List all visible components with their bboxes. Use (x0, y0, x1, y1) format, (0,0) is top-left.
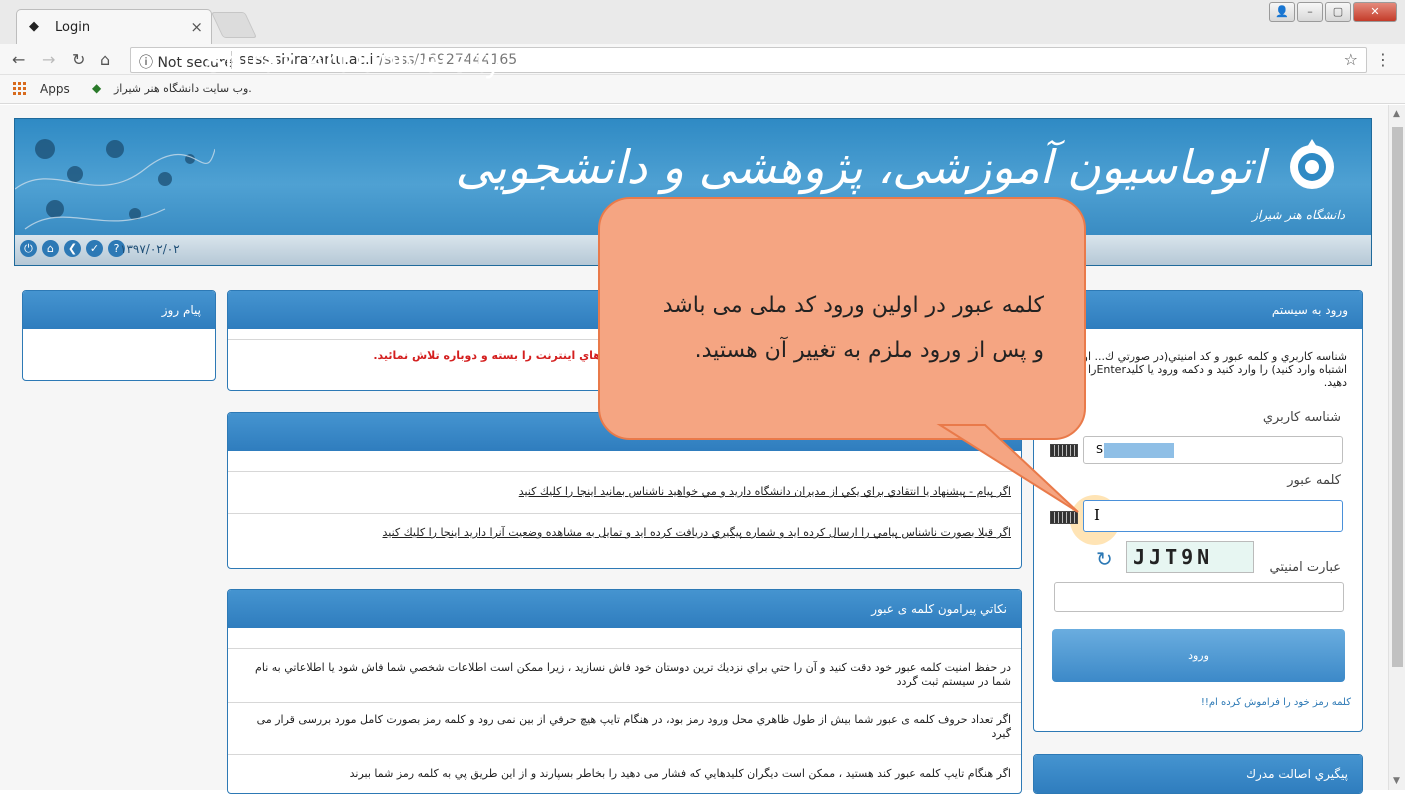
captcha-label: عبارت امنيتي (1269, 560, 1341, 575)
instruction-callout: کلمه عبور در اولین ورود کد ملی می باشد و… (598, 197, 1086, 440)
reload-icon[interactable]: ↻ (72, 50, 85, 69)
home-icon[interactable]: ⌂ (100, 50, 110, 69)
forgot-password-link[interactable]: كلمه رمز خود را فراموش كرده ام!! (1201, 697, 1351, 708)
browser-tab[interactable]: ◆ Login × (16, 9, 212, 44)
scroll-down-icon[interactable]: ▼ (1393, 776, 1400, 786)
site-favicon-icon: ◆ (29, 19, 39, 34)
forward-arrow-icon[interactable]: → (42, 50, 55, 69)
redacted-block (1104, 443, 1174, 458)
list-item: اگر پيام - پيشنهاد يا انتقادي براي يكي ا… (228, 471, 1021, 503)
current-date: ۱۳۹۷/۰۲/۰۲ (120, 242, 180, 256)
back-icon[interactable]: ❮ (64, 240, 81, 257)
maximize-button[interactable]: ▢ (1325, 2, 1351, 22)
certificate-tracking-panel: پيگيري اصالت مدرك (1033, 754, 1363, 794)
power-icon[interactable]: ⏻ (20, 240, 37, 257)
minimize-button[interactable]: – (1297, 2, 1323, 22)
new-tab-button[interactable] (210, 12, 258, 38)
back-arrow-icon[interactable]: ← (12, 50, 25, 69)
list-item: اگر تعداد حروف كلمه ی عبور شما بيش از طو… (228, 702, 1021, 752)
callout-line-1: کلمه عبور در اولین ورود کد ملی می باشد (662, 293, 1044, 318)
logo-caption: دانشگاه هنر شیراز (1252, 208, 1345, 222)
username-field[interactable]: S (1083, 436, 1343, 464)
password-tips-panel: نكاتي پيرامون كلمه ی عبور در حفظ امنيت ك… (227, 589, 1022, 794)
quick-actions: ⏻ ⌂ ❮ ✓ ? (20, 240, 125, 257)
window-controls: 👤 – ▢ ✕ (1269, 2, 1397, 22)
list-item: اگر قبلا بصورت ناشناس پيامي را ارسال كرد… (228, 513, 1021, 547)
virtual-keyboard-icon[interactable] (1050, 444, 1078, 457)
university-logo-icon (1290, 139, 1334, 189)
page-scrollbar[interactable]: ▲ ▼ (1388, 105, 1405, 790)
track-message-link[interactable]: اگر قبلا بصورت ناشناس پيامي را ارسال كرد… (383, 526, 1012, 539)
refresh-captcha-icon[interactable]: ↻ (1096, 547, 1113, 571)
check-icon[interactable]: ✓ (86, 240, 103, 257)
menu-kebab-icon[interactable]: ⋮ (1375, 50, 1391, 69)
tips-title: نكاتي پيرامون كلمه ی عبور (228, 590, 1021, 628)
login-button[interactable]: ورود (1052, 629, 1345, 682)
university-name-fa: اتوماسیون آموزشی، پژوهشی و دانشجویی (455, 140, 1265, 194)
apps-grid-icon[interactable] (13, 82, 26, 95)
tracking-title: پيگيري اصالت مدرك (1034, 755, 1362, 793)
message-of-day-panel: پیام روز (22, 290, 216, 381)
tab-close-icon[interactable]: × (190, 18, 203, 36)
username-value: S (1096, 443, 1103, 456)
apps-bookmark[interactable]: Apps (40, 82, 70, 96)
profile-icon[interactable]: 👤 (1269, 2, 1295, 22)
password-label: كلمه عبور (1287, 473, 1341, 488)
panel-title: پیام روز (23, 291, 215, 329)
list-item: اگر هنگام تايپ كلمه عبور كند هستيد ، ممك… (228, 754, 1021, 793)
text-cursor-icon: I (1094, 506, 1100, 524)
virtual-keyboard-icon[interactable] (1050, 511, 1078, 524)
university-name-en: Shiraz Art University (203, 43, 502, 79)
scroll-up-icon[interactable]: ▲ (1393, 109, 1400, 119)
list-item: در حفظ امنيت كلمه عبور خود دقت كنيد و آن… (228, 648, 1021, 700)
close-window-button[interactable]: ✕ (1353, 2, 1397, 22)
password-field[interactable]: I (1083, 500, 1343, 532)
home-icon[interactable]: ⌂ (42, 240, 59, 257)
captcha-field[interactable] (1054, 582, 1344, 612)
callout-line-2: و پس از ورود ملزم به تغییر آن هستید. (694, 338, 1044, 363)
floral-ornament-icon (15, 139, 215, 230)
browser-tabstrip: ◆ Login × 👤 – ▢ ✕ (0, 0, 1405, 44)
login-instructions: شناسه كاربري و كلمه عبور و كد امنيتي(در … (1061, 350, 1347, 389)
username-label: شناسه كاربري (1262, 410, 1341, 425)
bookmark-star-icon[interactable]: ☆ (1344, 50, 1358, 69)
anonymous-message-link[interactable]: اگر پيام - پيشنهاد يا انتقادي براي يكي ا… (519, 485, 1011, 498)
tab-title: Login (55, 20, 91, 35)
bookmark-favicon-icon: ◆ (92, 81, 102, 95)
scrollbar-thumb[interactable] (1392, 127, 1403, 667)
bookmark-university-site[interactable]: وب سايت دانشگاه هنر شيراز. (114, 82, 252, 95)
captcha-image: JJT9N (1126, 541, 1254, 573)
